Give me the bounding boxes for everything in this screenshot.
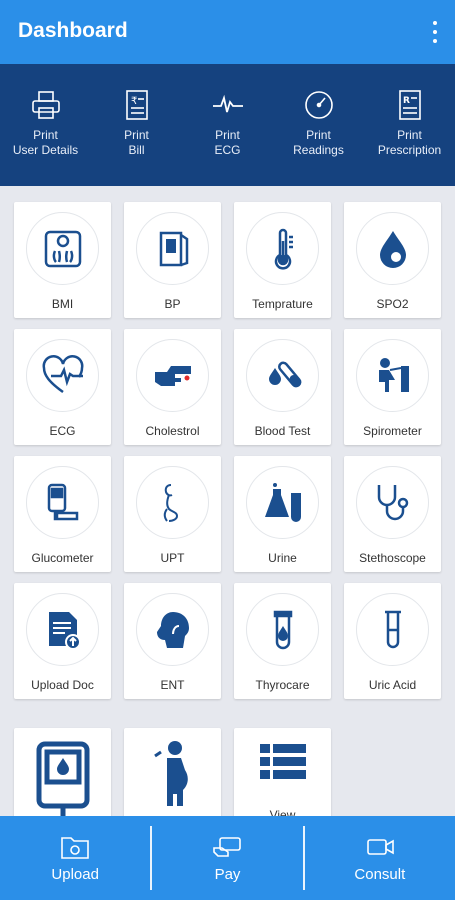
tile-ent[interactable]: ENT	[124, 583, 221, 699]
tile-label: Glucometer	[31, 551, 94, 565]
tile-upt[interactable]: UPT	[124, 456, 221, 572]
tile-label: BMI	[51, 297, 74, 311]
tile-glucose-meter[interactable]	[14, 728, 111, 828]
bp-monitor-icon	[159, 231, 188, 266]
tile-label: Uric Acid	[368, 678, 417, 692]
tile-spo2[interactable]: SPO2	[344, 202, 441, 318]
upload-doc-icon	[48, 611, 81, 650]
upload-folder-icon	[61, 837, 89, 859]
divider	[302, 826, 305, 890]
tile-label: BP	[164, 297, 181, 311]
consult-button[interactable]: Consult	[305, 816, 455, 900]
tile-label: UPT	[160, 551, 185, 565]
bottom-nav: Upload Pay Consult	[0, 816, 455, 900]
print-ecg-label: Print ECG	[214, 128, 241, 157]
tile-pregnant-woman[interactable]	[124, 728, 221, 828]
heart-ecg-icon	[42, 354, 83, 393]
pay-label: Pay	[214, 866, 241, 883]
scale-icon	[44, 230, 81, 267]
page-title: Dashboard	[18, 19, 128, 42]
tile-label: Upload Doc	[31, 678, 94, 692]
bill-icon: ₹	[125, 90, 148, 120]
tile-label: ENT	[160, 678, 185, 692]
tile-cholestrol[interactable]: Cholestrol	[124, 329, 221, 445]
tile-ecg[interactable]: ECG	[14, 329, 111, 445]
tile-blood-test[interactable]: Blood Test	[234, 329, 331, 445]
svg-text:₹: ₹	[131, 96, 137, 107]
upload-label: Upload	[51, 866, 99, 883]
print-user-details-button[interactable]: Print User Details	[0, 64, 91, 186]
tile-glucometer[interactable]: Glucometer	[14, 456, 111, 572]
tile-temperature[interactable]: Temprature	[234, 202, 331, 318]
vial-icon	[384, 610, 401, 648]
tile-stethoscope[interactable]: Stethoscope	[344, 456, 441, 572]
divider	[150, 826, 153, 890]
test-tube-icon	[268, 361, 301, 387]
ecg-wave-icon	[212, 94, 243, 113]
pay-button[interactable]: Pay	[152, 816, 302, 900]
print-toolbar: Print User Details ₹ Print Bill Print EC…	[0, 64, 455, 186]
tile-spirometer[interactable]: Spirometer	[344, 329, 441, 445]
flask-icon	[264, 482, 301, 522]
print-readings-button[interactable]: Print Readings	[273, 64, 364, 186]
tile-uric-acid[interactable]: Uric Acid	[344, 583, 441, 699]
consult-label: Consult	[354, 866, 406, 883]
print-bill-button[interactable]: ₹ Print Bill	[91, 64, 182, 186]
print-prescription-label: Print Prescription	[377, 128, 442, 157]
print-prescription-button[interactable]: R Print Prescription	[364, 64, 455, 186]
stethoscope-icon	[377, 484, 408, 520]
pay-icon	[213, 837, 242, 857]
prescription-icon: R	[398, 90, 421, 120]
tile-label: Cholestrol	[145, 424, 200, 438]
tile-urine[interactable]: Urine	[234, 456, 331, 572]
glucose-meter-icon	[36, 741, 89, 818]
printer-icon	[31, 91, 60, 119]
print-readings-label: Print Readings	[293, 128, 344, 157]
thyrocare-tube-icon	[273, 610, 292, 649]
tile-label: Blood Test	[254, 424, 311, 438]
tile-label: Urine	[268, 551, 297, 565]
tile-view[interactable]: View	[234, 728, 331, 828]
more-vert-icon[interactable]	[427, 18, 443, 46]
gauge-icon	[304, 91, 333, 119]
thermometer-icon	[274, 228, 293, 270]
tile-label: Stethoscope	[359, 551, 426, 565]
tile-label: Temprature	[252, 297, 313, 311]
tile-label: Thyrocare	[255, 678, 310, 692]
tile-thyrocare[interactable]: Thyrocare	[234, 583, 331, 699]
list-view-icon	[259, 744, 306, 779]
upload-button[interactable]: Upload	[0, 816, 150, 900]
pregnant-woman-icon	[153, 741, 188, 806]
tile-bp[interactable]: BP	[124, 202, 221, 318]
video-call-icon	[367, 839, 394, 855]
print-bill-label: Print Bill	[124, 128, 149, 157]
tile-label: ECG	[49, 424, 76, 438]
pregnancy-icon	[163, 483, 178, 522]
tile-upload-doc[interactable]: Upload Doc	[14, 583, 111, 699]
print-user-details-label: Print User Details	[12, 128, 79, 157]
app-bar: Dashboard	[0, 0, 455, 64]
svg-text:R: R	[403, 96, 410, 106]
oxygen-drop-icon	[379, 230, 406, 268]
glucometer-icon	[47, 483, 78, 520]
finger-prick-icon	[154, 365, 191, 386]
tile-label: SPO2	[376, 297, 409, 311]
spirometer-icon	[378, 357, 409, 392]
tile-bmi[interactable]: BMI	[14, 202, 111, 318]
ent-icon	[156, 611, 189, 648]
tile-label: Spirometer	[363, 424, 422, 438]
print-ecg-button[interactable]: Print ECG	[182, 64, 273, 186]
